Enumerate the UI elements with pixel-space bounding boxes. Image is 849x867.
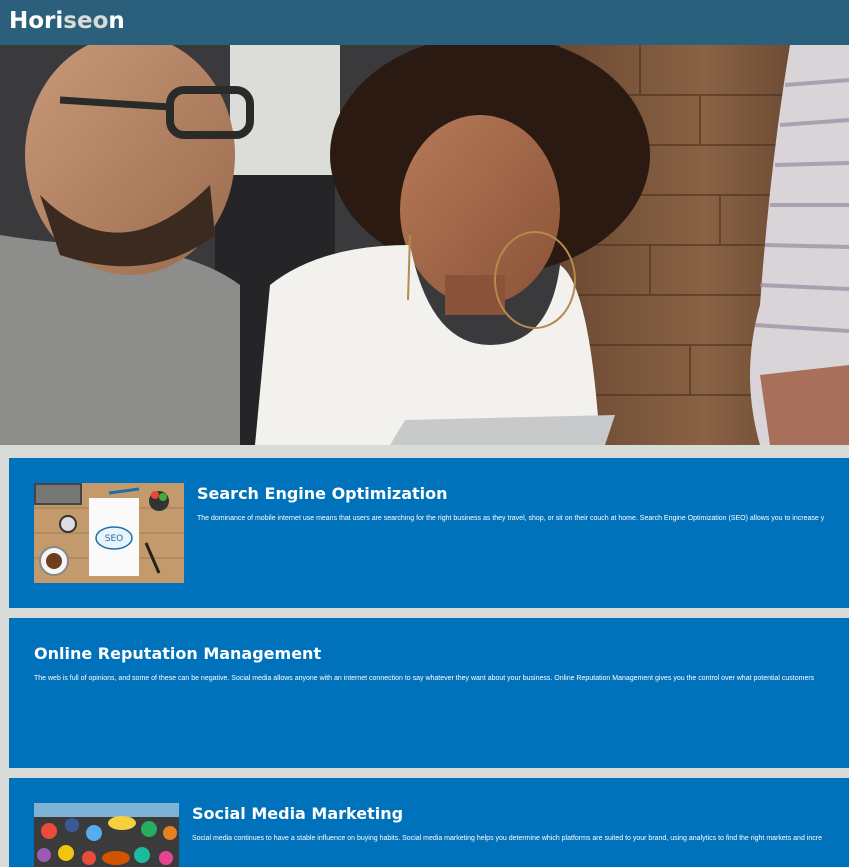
social-media-image [34,803,179,867]
section-title: Social Media Marketing [192,804,404,823]
hero-photo [0,45,849,445]
seo-illustration: SEO [34,483,184,583]
section-online-reputation: Online Reputation Management The web is … [9,618,849,768]
hero-image [0,45,849,445]
section-seo: SEO Search Engine Optimization The domin… [9,458,849,608]
section-text: Social media continues to have a stable … [192,835,822,842]
svg-text:SEO: SEO [105,534,123,544]
site-logo[interactable]: Horiseon [9,7,125,35]
section-title: Online Reputation Management [34,644,322,663]
logo-text-start: Hori [9,8,64,34]
section-social-media: Social Media Marketing Social media cont… [9,778,849,867]
logo-text-seo: seo [63,8,109,34]
site-header: Horiseon [0,0,849,45]
logo-text-end: n [108,8,125,34]
section-text: The dominance of mobile internet use mea… [197,515,825,522]
section-title: Search Engine Optimization [197,484,448,503]
section-text: The web is full of opinions, and some of… [34,675,815,682]
seo-image: SEO [34,483,184,583]
social-media-illustration [34,803,179,867]
